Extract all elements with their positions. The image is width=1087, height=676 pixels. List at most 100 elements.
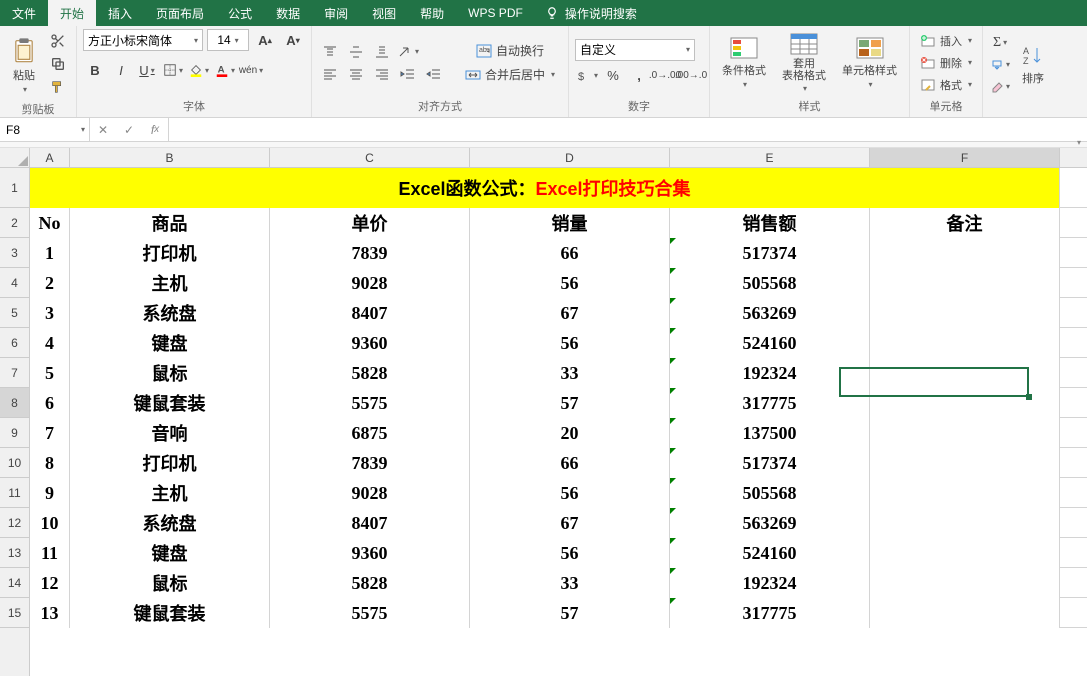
align-left-button[interactable] (318, 64, 342, 84)
cell[interactable]: 9028 (270, 478, 470, 508)
cell[interactable]: 音响 (70, 418, 270, 448)
cell[interactable]: 商品 (70, 208, 270, 238)
align-top-button[interactable] (318, 42, 342, 62)
column-headers[interactable]: ABCDEF (30, 148, 1087, 168)
cell[interactable]: No (30, 208, 70, 238)
cut-button[interactable] (48, 31, 68, 51)
align-center-button[interactable] (344, 64, 368, 84)
format-cells-button[interactable]: 格式▾ (916, 75, 976, 95)
menu-tab-9[interactable]: WPS PDF (456, 0, 535, 26)
wrap-text-button[interactable]: ab 自动换行 (458, 40, 562, 62)
cell-styles-button[interactable]: 单元格样式▾ (836, 34, 903, 91)
cell[interactable]: 9 (30, 478, 70, 508)
row-header-14[interactable]: 14 (0, 568, 29, 598)
cell[interactable]: 524160 (670, 328, 870, 358)
menu-tab-7[interactable]: 视图 (360, 0, 408, 26)
cell[interactable] (870, 538, 1060, 568)
cell[interactable]: 4 (30, 328, 70, 358)
cell[interactable]: 鼠标 (70, 358, 270, 388)
font-color-button[interactable]: A▾ (213, 59, 237, 81)
cell[interactable] (870, 238, 1060, 268)
cancel-formula-button[interactable]: ✕ (90, 118, 116, 141)
orientation-button[interactable]: ▾ (396, 42, 420, 62)
cell[interactable]: 56 (470, 328, 670, 358)
cell[interactable]: 键鼠套装 (70, 388, 270, 418)
cell[interactable]: 5575 (270, 388, 470, 418)
decrease-indent-button[interactable] (396, 64, 420, 84)
cell[interactable]: 5 (30, 358, 70, 388)
cell[interactable]: 67 (470, 508, 670, 538)
cell[interactable]: 鼠标 (70, 568, 270, 598)
delete-cells-button[interactable]: 删除▾ (916, 53, 976, 73)
tell-me-search[interactable]: 操作说明搜索 (535, 0, 647, 26)
cell[interactable]: 192324 (670, 358, 870, 388)
number-format-select[interactable]: 自定义▾ (575, 39, 695, 61)
cell[interactable]: 键盘 (70, 538, 270, 568)
cell[interactable]: 57 (470, 388, 670, 418)
fill-color-button[interactable]: ▾ (187, 59, 211, 81)
formula-input[interactable] (169, 118, 1087, 141)
cell[interactable]: 56 (470, 268, 670, 298)
cell[interactable]: 6875 (270, 418, 470, 448)
cell[interactable]: 33 (470, 568, 670, 598)
col-header-B[interactable]: B (70, 148, 270, 167)
align-middle-button[interactable] (344, 42, 368, 62)
phonetic-button[interactable]: wén▾ (239, 59, 263, 81)
cell[interactable] (870, 508, 1060, 538)
cell[interactable]: 10 (30, 508, 70, 538)
cell[interactable]: 打印机 (70, 448, 270, 478)
row-header-10[interactable]: 10 (0, 448, 29, 478)
cell[interactable]: 键鼠套装 (70, 598, 270, 628)
row-header-5[interactable]: 5 (0, 298, 29, 328)
cell[interactable]: 8407 (270, 508, 470, 538)
row-header-3[interactable]: 3 (0, 238, 29, 268)
cell[interactable]: 1 (30, 238, 70, 268)
cell[interactable]: 6 (30, 388, 70, 418)
cell[interactable]: 7839 (270, 238, 470, 268)
name-box[interactable]: F8 ▾ (0, 118, 90, 141)
col-header-E[interactable]: E (670, 148, 870, 167)
format-painter-button[interactable] (48, 77, 68, 97)
cell[interactable]: 13 (30, 598, 70, 628)
row-header-15[interactable]: 15 (0, 598, 29, 628)
enter-formula-button[interactable]: ✓ (116, 118, 142, 141)
align-right-button[interactable] (370, 64, 394, 84)
cell[interactable]: 33 (470, 358, 670, 388)
cell[interactable]: 56 (470, 538, 670, 568)
decrease-decimal-button[interactable]: .00→.0 (679, 65, 703, 87)
border-button[interactable]: ▾ (161, 59, 185, 81)
cell[interactable]: 主机 (70, 478, 270, 508)
cell[interactable]: 517374 (670, 448, 870, 478)
cell[interactable]: 系统盘 (70, 508, 270, 538)
cell[interactable]: 505568 (670, 478, 870, 508)
cell[interactable] (870, 298, 1060, 328)
menu-tab-3[interactable]: 页面布局 (144, 0, 216, 26)
cell[interactable]: 8 (30, 448, 70, 478)
cell[interactable]: 键盘 (70, 328, 270, 358)
row-header-7[interactable]: 7 (0, 358, 29, 388)
cell[interactable]: 12 (30, 568, 70, 598)
cell[interactable]: 单价 (270, 208, 470, 238)
col-header-C[interactable]: C (270, 148, 470, 167)
paste-button[interactable]: 粘贴 ▾ (6, 33, 42, 96)
comma-button[interactable]: , (627, 65, 651, 87)
title-cell[interactable]: Excel函数公式：Excel打印技巧合集 (30, 168, 1060, 208)
cell[interactable]: 57 (470, 598, 670, 628)
cell[interactable] (870, 448, 1060, 478)
cell[interactable]: 主机 (70, 268, 270, 298)
row-header-11[interactable]: 11 (0, 478, 29, 508)
cell[interactable] (870, 358, 1060, 388)
cell[interactable]: 505568 (670, 268, 870, 298)
cell[interactable]: 打印机 (70, 238, 270, 268)
cell[interactable]: 67 (470, 298, 670, 328)
fill-button[interactable]: ▾ (989, 55, 1011, 75)
row-header-9[interactable]: 9 (0, 418, 29, 448)
cell[interactable] (870, 328, 1060, 358)
cell[interactable] (870, 478, 1060, 508)
cell[interactable]: 9028 (270, 268, 470, 298)
row-header-6[interactable]: 6 (0, 328, 29, 358)
cell[interactable]: 11 (30, 538, 70, 568)
cell[interactable]: 5828 (270, 358, 470, 388)
sort-filter-button[interactable]: AZ 排序 (1021, 44, 1045, 86)
fill-handle[interactable] (1026, 394, 1032, 400)
